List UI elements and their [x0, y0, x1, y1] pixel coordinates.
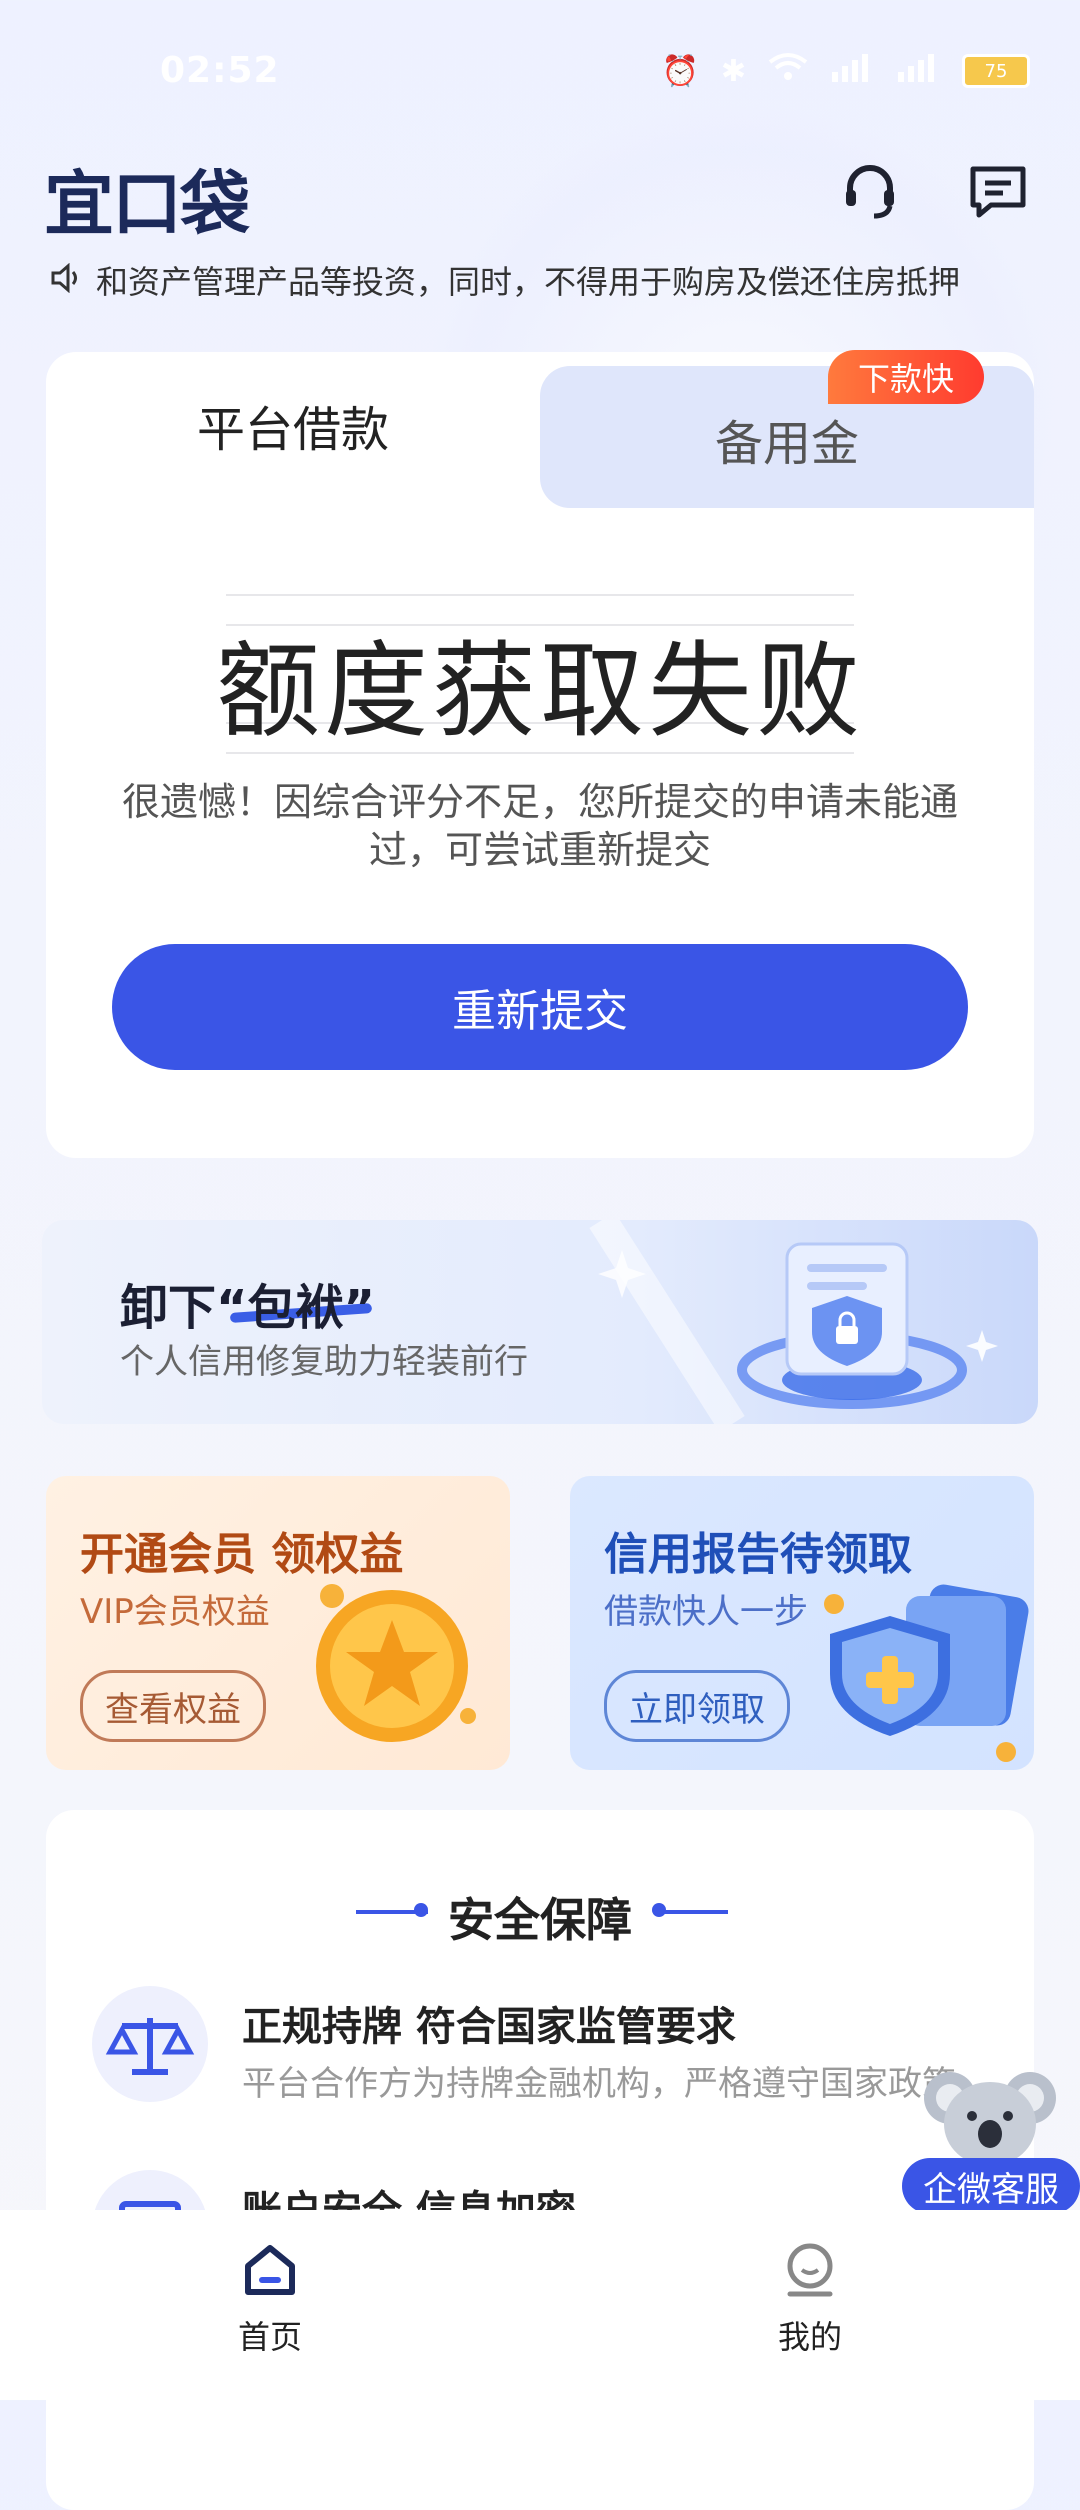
vip-promo-subtitle: VIP会员权益: [80, 1592, 270, 1632]
security-item-title: 正规持牌 符合国家监管要求: [242, 2004, 736, 2050]
wifi-icon: [768, 52, 808, 90]
title-decoration-right: [656, 1910, 728, 1914]
gold-coin-icon: [316, 1584, 476, 1742]
wecom-service-button[interactable]: 企微客服: [902, 2158, 1080, 2214]
claim-now-button[interactable]: 立即领取: [604, 1670, 790, 1742]
credit-report-title: 信用报告待领取: [604, 1529, 912, 1580]
tab-backup-fund-label[interactable]: 备用金: [540, 404, 1034, 474]
banner-subtitle: 个人信用修复助力轻装前行: [120, 1342, 528, 1382]
signal-icon: [830, 52, 874, 90]
speaker-icon: [50, 262, 84, 297]
notice-bar[interactable]: 和资产管理产品等投资，同时，不得用于购房及偿还住房抵押: [50, 258, 1030, 302]
notice-text: 和资产管理产品等投资，同时，不得用于购房及偿还住房抵押: [96, 263, 961, 301]
view-benefits-button[interactable]: 查看权益: [80, 1670, 266, 1742]
credit-report-subtitle: 借款快人一步: [604, 1592, 808, 1632]
security-title: 安全保障: [448, 1893, 632, 1947]
vip-promo-card[interactable]: 开通会员 领权益 VIP会员权益 查看权益: [46, 1476, 510, 1770]
nav-label-mine: 我的: [777, 2318, 842, 2356]
shield-icon: [824, 1584, 1029, 1762]
profile-icon: [787, 2243, 833, 2297]
nav-label-home: 首页: [237, 2318, 302, 2356]
battery-level: 75: [984, 60, 1008, 82]
divider: [226, 594, 854, 596]
message-icon[interactable]: [966, 160, 1030, 224]
signal-icon-2: [896, 52, 940, 90]
nav-item-mine[interactable]: 我的: [710, 2240, 910, 2358]
credit-report-promo-card[interactable]: 信用报告待领取 借款快人一步 立即领取: [570, 1476, 1034, 1770]
nav-item-home[interactable]: 首页: [170, 2240, 370, 2358]
battery-icon: 75: [962, 54, 1030, 88]
customer-service-icon[interactable]: [838, 160, 902, 224]
title-decoration-dot-left: [414, 1903, 428, 1917]
tab-platform-loan[interactable]: 平台借款: [46, 390, 540, 460]
security-item-desc: 平台合作方为持牌金融机构，严格遵守国家政策: [242, 2064, 956, 2104]
alarm-icon: ⏰: [661, 53, 699, 89]
app-logo: 宜口袋: [44, 165, 250, 243]
home-icon: [245, 2245, 295, 2295]
result-description: 很遗憾！因综合评分不足，您所提交的申请未能通过，可尝试重新提交: [121, 780, 958, 872]
banner-title: 卸下“包袱”: [120, 1280, 376, 1336]
bottom-nav: [0, 2210, 1080, 2400]
scale-icon: [92, 1986, 208, 2102]
fast-disbursement-badge: 下款快: [828, 350, 984, 404]
status-time: 02:52: [160, 50, 280, 91]
koala-mascot-icon[interactable]: [920, 2060, 1060, 2170]
bluetooth-icon: ✱: [720, 53, 746, 89]
status-icons: ⏰ ✱ 75: [661, 52, 1030, 90]
resubmit-button[interactable]: 重新提交: [112, 944, 968, 1070]
result-title: 额度获取失败: [215, 630, 864, 752]
